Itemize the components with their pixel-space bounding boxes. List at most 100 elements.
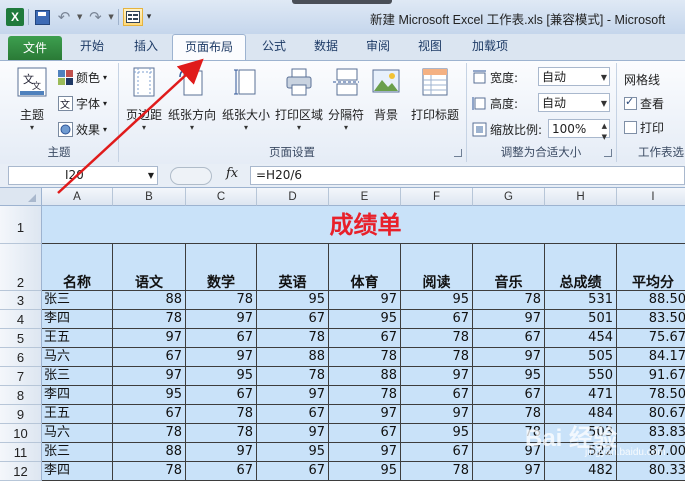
score-cell[interactable]: 97: [473, 310, 545, 329]
score-cell[interactable]: 95: [473, 367, 545, 386]
page-size-button[interactable]: 纸张大小 ▾: [220, 67, 272, 132]
score-cell[interactable]: 501: [545, 310, 617, 329]
score-cell[interactable]: 454: [545, 329, 617, 348]
excel-logo-icon[interactable]: X: [6, 8, 24, 26]
score-cell[interactable]: 97: [329, 291, 401, 310]
score-cell[interactable]: 95: [186, 367, 257, 386]
row-header[interactable]: 10: [0, 424, 42, 443]
score-cell[interactable]: 78: [257, 367, 329, 386]
score-cell[interactable]: 95: [113, 386, 186, 405]
tab-data[interactable]: 数据: [306, 34, 346, 60]
name-cell[interactable]: 马六: [42, 424, 113, 443]
column-header-i[interactable]: I: [617, 188, 685, 206]
formula-bar-splitter[interactable]: [170, 167, 212, 185]
theme-fonts-button[interactable]: 文 字体 ▾: [58, 93, 107, 113]
print-titles-button[interactable]: 打印标题: [406, 67, 464, 123]
score-cell[interactable]: 78: [113, 424, 186, 443]
column-title-cell[interactable]: 语文: [113, 244, 186, 291]
score-cell[interactable]: 97: [329, 405, 401, 424]
score-cell[interactable]: 67: [186, 329, 257, 348]
score-cell[interactable]: 95: [329, 310, 401, 329]
column-header-a[interactable]: A: [42, 188, 113, 206]
row-header[interactable]: 11: [0, 443, 42, 462]
select-all-corner[interactable]: [0, 188, 42, 206]
redo-button[interactable]: ↷: [86, 8, 104, 26]
score-cell[interactable]: 67: [401, 386, 473, 405]
undo-dropdown-icon[interactable]: ▼: [77, 13, 82, 21]
name-cell[interactable]: 王五: [42, 329, 113, 348]
score-cell[interactable]: 97: [186, 443, 257, 462]
name-box[interactable]: I20 ▼: [8, 166, 158, 185]
score-cell[interactable]: 471: [545, 386, 617, 405]
height-select[interactable]: 自动 ▼: [538, 93, 610, 112]
scale-launcher-icon[interactable]: [604, 149, 612, 157]
score-cell[interactable]: 78: [186, 405, 257, 424]
row-header[interactable]: 4: [0, 310, 42, 329]
score-cell[interactable]: 67: [257, 405, 329, 424]
score-cell[interactable]: 67: [257, 310, 329, 329]
score-cell[interactable]: 88: [329, 367, 401, 386]
row-header[interactable]: 5: [0, 329, 42, 348]
insert-function-icon[interactable]: fx: [226, 166, 238, 181]
score-cell[interactable]: 97: [329, 443, 401, 462]
redo-dropdown-icon[interactable]: ▼: [108, 13, 113, 21]
score-cell[interactable]: 78: [257, 329, 329, 348]
score-cell[interactable]: 67: [113, 348, 186, 367]
gridlines-view-checkbox[interactable]: 查看: [624, 93, 664, 113]
column-title-cell[interactable]: 体育: [329, 244, 401, 291]
column-header-g[interactable]: G: [473, 188, 545, 206]
column-header-e[interactable]: E: [329, 188, 401, 206]
score-cell[interactable]: 78: [113, 310, 186, 329]
undo-button[interactable]: ↶: [55, 8, 73, 26]
score-cell[interactable]: 88: [113, 443, 186, 462]
name-cell[interactable]: 李四: [42, 462, 113, 481]
row-header[interactable]: 7: [0, 367, 42, 386]
name-cell[interactable]: 王五: [42, 405, 113, 424]
score-cell[interactable]: 78: [473, 291, 545, 310]
theme-effects-button[interactable]: 效果 ▾: [58, 119, 107, 139]
score-cell[interactable]: 80.67: [617, 405, 685, 424]
sheet-title-cell[interactable]: 成绩单: [42, 206, 685, 244]
window-drag-handle[interactable]: [292, 0, 392, 4]
score-cell[interactable]: 83.50: [617, 310, 685, 329]
name-cell[interactable]: 张三: [42, 291, 113, 310]
score-cell[interactable]: 80.33: [617, 462, 685, 481]
score-cell[interactable]: 67: [257, 462, 329, 481]
score-cell[interactable]: 88: [257, 348, 329, 367]
score-cell[interactable]: 78: [186, 424, 257, 443]
score-cell[interactable]: 95: [257, 443, 329, 462]
column-title-cell[interactable]: 数学: [186, 244, 257, 291]
formula-input[interactable]: =H20/6: [250, 166, 685, 185]
score-cell[interactable]: 88.50: [617, 291, 685, 310]
column-header-f[interactable]: F: [401, 188, 473, 206]
name-cell[interactable]: 李四: [42, 386, 113, 405]
column-title-cell[interactable]: 音乐: [473, 244, 545, 291]
score-cell[interactable]: 67: [401, 310, 473, 329]
score-cell[interactable]: 97: [257, 386, 329, 405]
score-cell[interactable]: 97: [401, 405, 473, 424]
customize-qat-icon[interactable]: ▾: [147, 12, 152, 22]
score-cell[interactable]: 531: [545, 291, 617, 310]
score-cell[interactable]: 97: [401, 367, 473, 386]
name-cell[interactable]: 张三: [42, 367, 113, 386]
column-header-d[interactable]: D: [257, 188, 329, 206]
score-cell[interactable]: 83.83: [617, 424, 685, 443]
score-cell[interactable]: 78: [186, 291, 257, 310]
width-select[interactable]: 自动 ▼: [538, 67, 610, 86]
score-cell[interactable]: 78.50: [617, 386, 685, 405]
column-title-cell[interactable]: 英语: [257, 244, 329, 291]
score-cell[interactable]: 97: [113, 367, 186, 386]
score-cell[interactable]: 78: [401, 329, 473, 348]
score-cell[interactable]: 67: [329, 329, 401, 348]
background-button[interactable]: 背景: [368, 67, 404, 123]
tab-review[interactable]: 审阅: [358, 34, 398, 60]
column-title-cell[interactable]: 阅读: [401, 244, 473, 291]
page-setup-launcher-icon[interactable]: [454, 149, 462, 157]
row-header[interactable]: 12: [0, 462, 42, 481]
score-cell[interactable]: 67: [401, 443, 473, 462]
column-title-cell[interactable]: 名称: [42, 244, 113, 291]
score-cell[interactable]: 550: [545, 367, 617, 386]
tab-view[interactable]: 视图: [410, 34, 450, 60]
name-cell[interactable]: 张三: [42, 443, 113, 462]
score-cell[interactable]: 97: [473, 348, 545, 367]
